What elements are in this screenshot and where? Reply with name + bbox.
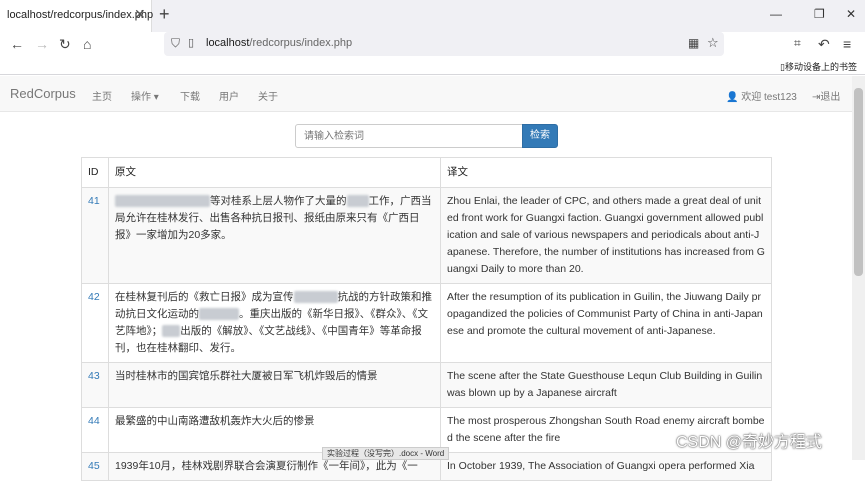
header-id: ID — [81, 157, 109, 188]
home-icon[interactable]: ⌂ — [83, 36, 91, 52]
mobile-bookmarks-label: 移动设备上的书签 — [784, 62, 857, 72]
redacted-text — [199, 308, 239, 321]
taskbar-tooltip: 实验过程（没写完）.docx - Word — [322, 447, 450, 460]
table-header-row: ID 原文 译文 — [81, 157, 772, 188]
shield-icon[interactable]: ⛉ — [171, 36, 180, 51]
nav-operations-dropdown[interactable]: 操作 ▾ — [131, 88, 159, 103]
restore-icon[interactable]: ❐ — [814, 7, 825, 21]
search-button[interactable]: 检索 — [522, 124, 558, 148]
url-host: localhost — [206, 37, 250, 49]
table-row: 42 在桂林复刊后的《救亡日报》成为宣传 抗战的方针政策和推动抗日文化运动的 。重庆… — [81, 283, 772, 363]
row-id-link[interactable]: 45 — [81, 452, 109, 481]
url-path: /redcorpus/index.php — [249, 37, 353, 49]
bookmarks-bar: ▯移动设备上的书签 — [0, 58, 865, 75]
translation-text: Zhou Enlai, the leader of CPC, and other… — [440, 187, 772, 284]
tab-title: localhost/redcorpus/index.php — [7, 9, 154, 21]
page-scrollbar[interactable] — [852, 76, 865, 460]
original-text: 最繁盛的中山南路遭敌机轰炸大火后的惨景 — [108, 407, 441, 453]
bookmark-star-icon[interactable]: ☆ — [707, 35, 719, 51]
address-bar[interactable]: ⛉ ▯ localhost/redcorpus/index.php ▦ ☆ — [164, 32, 724, 56]
welcome-label: 欢迎 test123 — [741, 92, 797, 103]
original-text: 等对桂系上层人物作了大量的 工作，广西当局允许在桂林发行、出售各种抗日报刊、报纸由… — [108, 187, 441, 284]
watermark: CSDN @奇妙方程式 — [676, 434, 823, 451]
scrollbar-thumb[interactable] — [854, 88, 863, 276]
row-id-link[interactable]: 44 — [81, 407, 109, 453]
header-translation: 译文 — [440, 157, 772, 188]
minimize-icon[interactable]: — — [770, 7, 782, 21]
welcome-user[interactable]: 👤 欢迎 test123 — [726, 88, 797, 103]
browser-tab-bar: localhost/redcorpus/index.php ✕ + — ❐ ✕ — [0, 0, 865, 32]
nav-download[interactable]: 下载 — [180, 88, 200, 103]
redacted-text — [293, 291, 338, 304]
redacted-text — [162, 325, 181, 338]
corpus-table: ID 原文 译文 41 等对桂系上层人物作了大量的 工作，广西当局允许在桂林发行、… — [81, 157, 772, 481]
table-row: 43 当时桂林市的国宾馆乐群社大厦被日军飞机炸毁后的情景 The scene a… — [81, 362, 772, 408]
search-input[interactable] — [295, 124, 523, 148]
forward-icon[interactable]: → — [35, 36, 49, 52]
page-icon: ▯ — [188, 37, 195, 49]
browser-tab[interactable]: localhost/redcorpus/index.php ✕ — [0, 0, 154, 32]
logout-link[interactable]: ⇥退出 — [812, 88, 840, 103]
qr-code-icon[interactable]: ▦ — [688, 36, 699, 50]
logout-label: 退出 — [820, 92, 841, 103]
translation-text: In October 1939, The Association of Guan… — [440, 452, 772, 481]
header-original: 原文 — [108, 157, 441, 188]
window-close-icon[interactable]: ✕ — [846, 7, 856, 21]
close-icon[interactable]: ✕ — [134, 6, 146, 23]
original-text-part: 在桂林复刊后的《救亡日报》成为宣传 — [115, 291, 294, 303]
row-id-link[interactable]: 41 — [81, 187, 109, 284]
redacted-text — [115, 195, 210, 208]
mobile-bookmarks[interactable]: ▯移动设备上的书签 — [780, 60, 857, 73]
row-id-link[interactable]: 42 — [81, 283, 109, 363]
undo-icon[interactable]: ↶ — [818, 36, 830, 53]
user-icon: 👤 — [726, 92, 739, 103]
original-text-part: 等对桂系上层人物作了大量的 — [210, 195, 347, 207]
translation-text: The scene after the State Guesthouse Leq… — [440, 362, 772, 408]
url-toolbar: ← → ↻ ⌂ ⛉ ▯ localhost/redcorpus/index.ph… — [0, 32, 865, 58]
nav-home[interactable]: 主页 — [92, 88, 112, 103]
brand-logo[interactable]: RedCorpus — [10, 86, 76, 101]
nav-users[interactable]: 用户 — [219, 88, 239, 103]
row-id-link[interactable]: 43 — [81, 362, 109, 408]
extensions-icon[interactable]: ⌗ — [794, 36, 801, 51]
table-row: 44 最繁盛的中山南路遭敌机轰炸大火后的惨景 The most prospero… — [81, 407, 772, 453]
new-tab-button[interactable]: + — [159, 4, 170, 25]
menu-icon[interactable]: ≡ — [843, 36, 851, 52]
original-text: 在桂林复刊后的《救亡日报》成为宣传 抗战的方针政策和推动抗日文化运动的 。重庆出版的… — [108, 283, 441, 363]
nav-about[interactable]: 关于 — [258, 88, 278, 103]
back-icon[interactable]: ← — [10, 36, 24, 52]
reload-icon[interactable]: ↻ — [59, 36, 71, 53]
redacted-text — [346, 195, 369, 208]
app-navbar: RedCorpus 主页 操作 ▾ 下载 用户 关于 👤 欢迎 test123 … — [0, 76, 852, 112]
table-row: 41 等对桂系上层人物作了大量的 工作，广西当局允许在桂林发行、出售各种抗日报刊、… — [81, 187, 772, 284]
url-text[interactable]: localhost/redcorpus/index.php — [206, 37, 352, 49]
translation-text: After the resumption of its publication … — [440, 283, 772, 363]
original-text: 当时桂林市的国宾馆乐群社大厦被日军飞机炸毁后的情景 — [108, 362, 441, 408]
